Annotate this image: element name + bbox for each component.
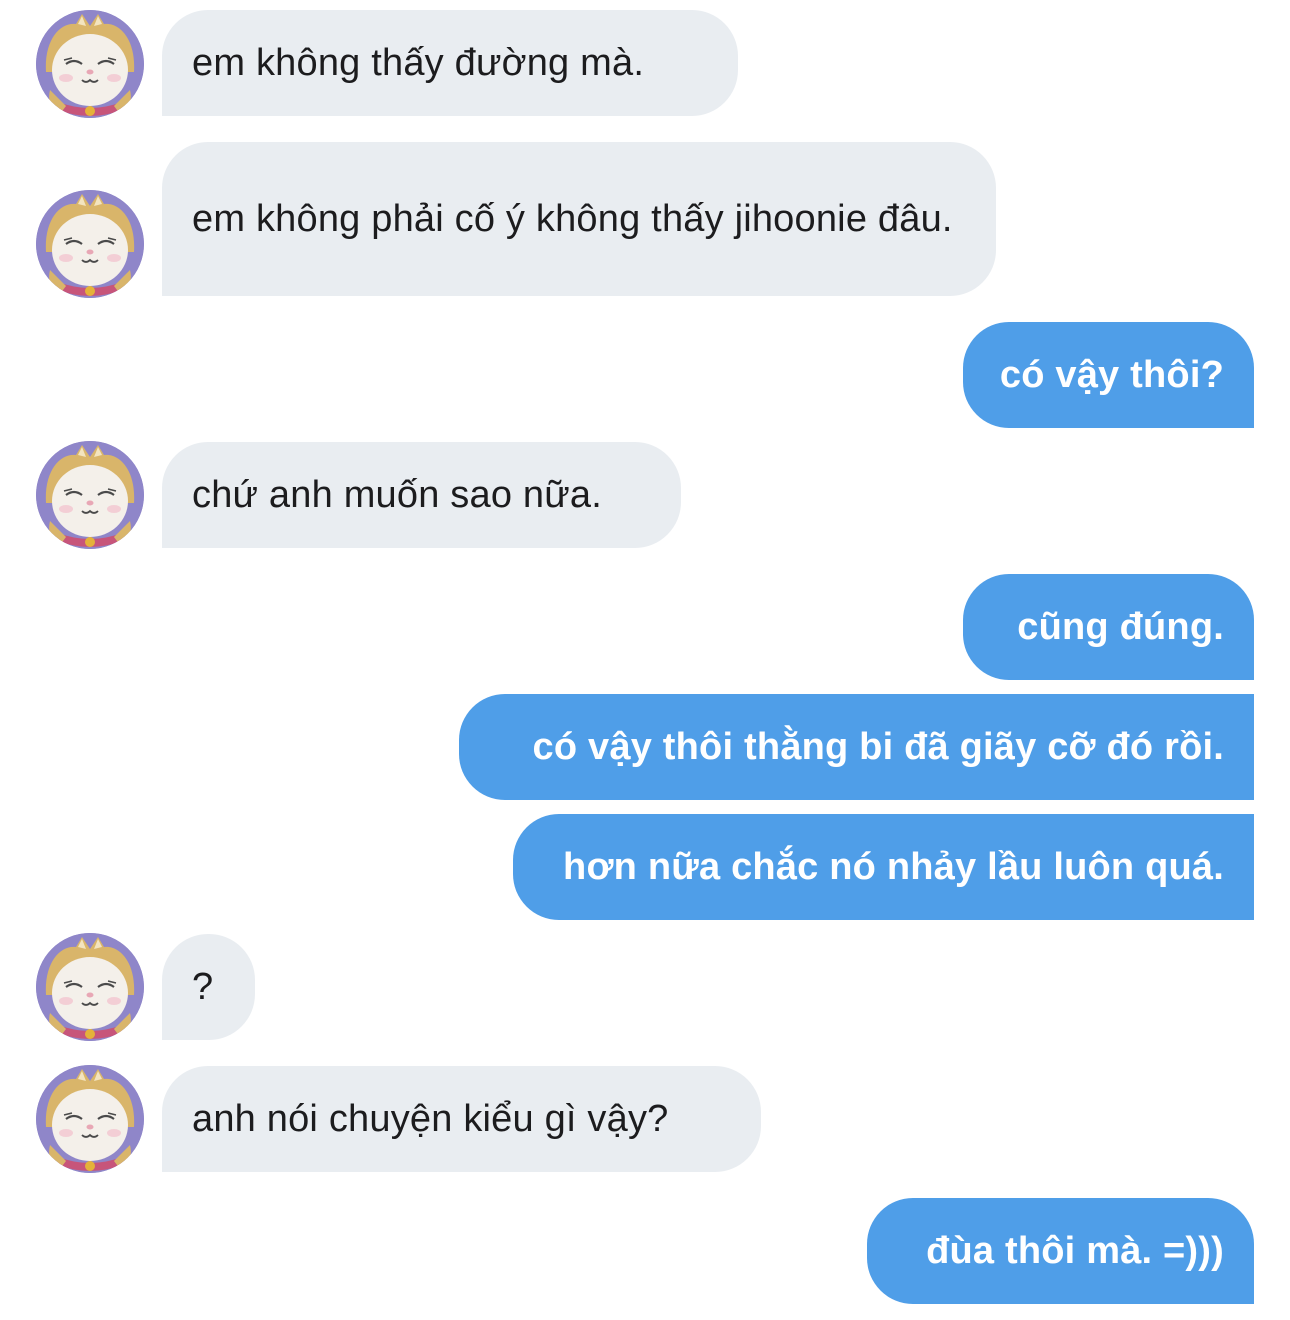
message-text: ? [192, 966, 214, 1008]
message-bubble-incoming[interactable]: em không phải cố ý không thấy jihoonie đ… [162, 142, 996, 296]
cat-hood-avatar-icon [36, 1065, 144, 1173]
message-bubble-incoming[interactable]: chứ anh muốn sao nữa. [162, 442, 681, 548]
message-bubble-incoming[interactable]: em không thấy đường mà. [162, 10, 738, 116]
message-bubble-outgoing[interactable]: hơn nữa chắc nó nhảy lầu luôn quá. [513, 814, 1254, 920]
message-text: có vậy thôi? [999, 354, 1224, 396]
message-bubble-outgoing[interactable]: cũng đúng. [963, 574, 1254, 680]
message-text: đùa thôi mà. =))) [926, 1230, 1224, 1272]
cat-hood-avatar-icon [36, 190, 144, 298]
message-bubble-outgoing[interactable]: đùa thôi mà. =))) [867, 1198, 1254, 1304]
message-text: chứ anh muốn sao nữa. [192, 474, 602, 516]
avatar[interactable] [36, 10, 144, 118]
message-bubble-outgoing[interactable]: có vậy thôi? [963, 322, 1254, 428]
message-bubble-incoming[interactable]: ? [162, 934, 255, 1040]
message-bubble-outgoing[interactable]: có vậy thôi thằng bi đã giãy cỡ đó rồi. [459, 694, 1254, 800]
message-bubble-incoming[interactable]: anh nói chuyện kiểu gì vậy? [162, 1066, 761, 1172]
message-text: cũng đúng. [1017, 606, 1224, 648]
message-text: có vậy thôi thằng bi đã giãy cỡ đó rồi. [532, 726, 1224, 768]
message-text: hơn nữa chắc nó nhảy lầu luôn quá. [563, 846, 1224, 888]
cat-hood-avatar-icon [36, 10, 144, 118]
avatar[interactable] [36, 1065, 144, 1173]
cat-hood-avatar-icon [36, 933, 144, 1041]
message-text: em không phải cố ý không thấy jihoonie đ… [192, 198, 953, 240]
message-text: anh nói chuyện kiểu gì vậy? [192, 1098, 669, 1140]
avatar[interactable] [36, 933, 144, 1041]
avatar[interactable] [36, 190, 144, 298]
avatar[interactable] [36, 441, 144, 549]
cat-hood-avatar-icon [36, 441, 144, 549]
message-text: em không thấy đường mà. [192, 42, 645, 84]
